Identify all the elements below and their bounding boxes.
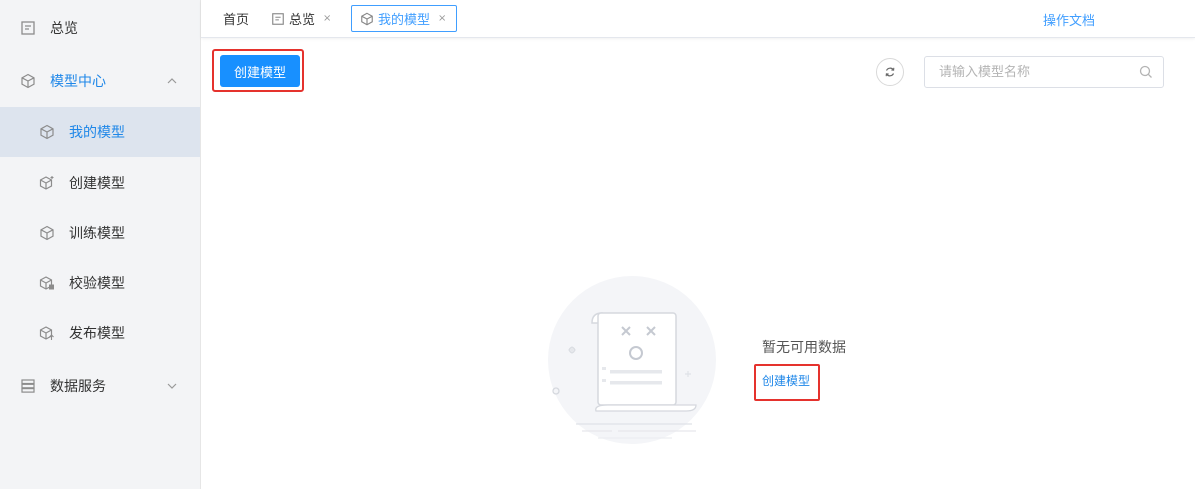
sidebar-item-create-model[interactable]: 创建模型 (0, 158, 200, 208)
sidebar-item-label: 我的模型 (69, 125, 125, 141)
cube-check-icon (39, 275, 55, 291)
empty-create-model-link[interactable]: 创建模型 (762, 372, 810, 389)
cube-icon (39, 225, 55, 241)
tab-home[interactable]: 首页 (223, 5, 249, 32)
tab-overview[interactable]: 总览 × (271, 5, 331, 32)
tab-my-models[interactable]: 我的模型 × (351, 5, 458, 32)
tab-label: 我的模型 (378, 13, 431, 28)
overview-icon (271, 12, 285, 26)
search-icon[interactable] (1139, 65, 1153, 79)
tab-label: 首页 (223, 13, 250, 28)
search-input[interactable] (939, 57, 1139, 87)
cube-icon (39, 124, 55, 140)
sidebar-item-label: 训练模型 (69, 226, 125, 242)
sidebar-item-publish-model[interactable]: 发布模型 (0, 308, 200, 358)
sidebar-item-data-service[interactable]: 数据服务 (0, 361, 200, 411)
tab-label: 总览 (289, 13, 316, 28)
sidebar-item-label: 模型中心 (50, 74, 106, 90)
cube-add-icon (39, 175, 55, 191)
sidebar-item-label: 发布模型 (69, 326, 125, 342)
close-icon[interactable]: × (438, 13, 446, 24)
sidebar-item-label: 创建模型 (69, 176, 125, 192)
cube-icon (360, 12, 374, 26)
cube-icon (20, 73, 36, 89)
sidebar: 总览 模型中心 我的模型 创建模型 训练模型 校验模型 发布模型 数据服务 (0, 0, 201, 489)
sidebar-item-label: 数据服务 (50, 379, 106, 395)
close-icon[interactable]: × (323, 13, 331, 24)
overview-icon (20, 20, 36, 36)
operation-docs-link[interactable]: 操作文档 (1043, 10, 1095, 29)
sidebar-item-my-models[interactable]: 我的模型 (0, 107, 200, 157)
empty-state-illustration (546, 274, 716, 449)
refresh-button[interactable] (876, 58, 904, 86)
search-box (924, 56, 1164, 88)
cube-publish-icon (39, 325, 55, 341)
refresh-icon (884, 66, 896, 78)
sidebar-item-validate-model[interactable]: 校验模型 (0, 258, 200, 308)
chevron-down-icon (166, 380, 178, 392)
sidebar-item-label: 总览 (50, 21, 78, 37)
sidebar-item-train-model[interactable]: 训练模型 (0, 208, 200, 258)
chevron-up-icon (166, 75, 178, 87)
sidebar-item-label: 校验模型 (69, 276, 125, 292)
sidebar-item-overview[interactable]: 总览 (0, 3, 200, 53)
sidebar-item-model-center[interactable]: 模型中心 (0, 56, 200, 106)
database-icon (20, 378, 36, 394)
tab-bar: 首页 总览 × 我的模型 × 操作文档 (201, 0, 1195, 38)
empty-state-message: 暂无可用数据 (762, 340, 846, 356)
create-model-button[interactable]: 创建模型 (220, 55, 300, 87)
